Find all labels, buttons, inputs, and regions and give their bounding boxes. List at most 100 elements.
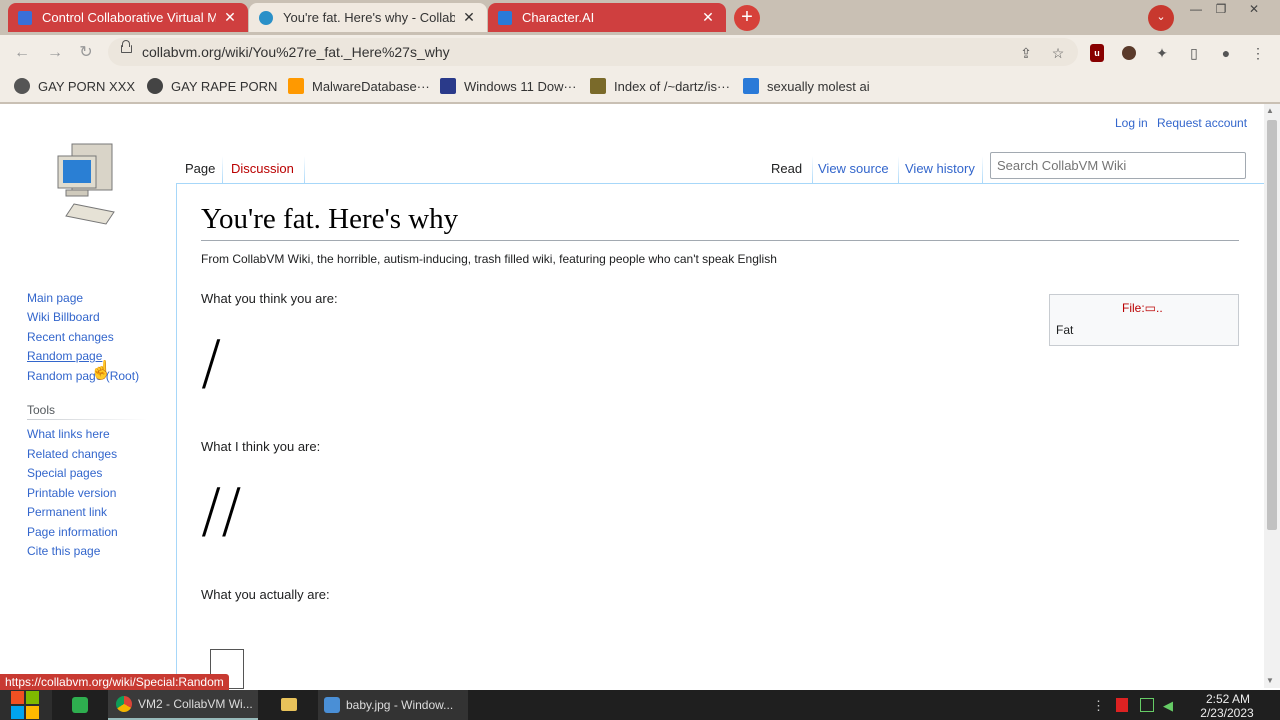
title-divider xyxy=(201,240,1239,241)
tab-separator xyxy=(304,156,305,184)
hand-cursor-icon: ☝ xyxy=(90,360,113,380)
taskbar-photo-viewer[interactable]: baby.jpg - Window... xyxy=(318,690,468,720)
back-icon[interactable]: ← xyxy=(11,42,33,64)
login-link[interactable]: Log in xyxy=(1115,116,1148,130)
scroll-up-arrow-icon[interactable]: ▲ xyxy=(1266,106,1274,115)
windows-logo-icon xyxy=(11,706,24,719)
wiki-search-input[interactable] xyxy=(990,152,1246,179)
windows-logo-icon xyxy=(26,706,39,719)
bookmark-item[interactable]: sexually molest ai xyxy=(743,78,870,94)
characterai-icon xyxy=(743,78,759,94)
tool-special-pages[interactable]: Special pages xyxy=(27,466,102,480)
bookmark-item[interactable]: MalwareDatabase··· xyxy=(288,78,430,94)
file-explorer-icon[interactable] xyxy=(281,698,297,711)
folder-figure-icon xyxy=(590,78,606,94)
browser-tab-collabvm[interactable]: Control Collaborative Virtual Machines ✕ xyxy=(8,3,248,32)
lock-icon[interactable] xyxy=(121,45,132,53)
nav-main-page[interactable]: Main page xyxy=(27,291,83,305)
menu-kebab-icon[interactable]: ⋮ xyxy=(1249,44,1267,62)
close-window-icon[interactable]: ✕ xyxy=(1243,2,1265,18)
tab-search-button[interactable]: ⌄ xyxy=(1148,5,1174,31)
site-tagline: From CollabVM Wiki, the horrible, autism… xyxy=(201,252,777,266)
browser-tab-wiki-active[interactable]: You're fat. Here's why - CollabVM Wiki ✕ xyxy=(249,3,487,32)
start-button[interactable] xyxy=(0,690,52,720)
close-tab-icon[interactable]: ✕ xyxy=(700,9,716,26)
bookmark-label: GAY RAPE PORN xyxy=(171,78,278,94)
forward-icon[interactable]: → xyxy=(44,42,66,64)
ublock-extension-icon[interactable]: u xyxy=(1090,44,1104,62)
green-app-icon[interactable] xyxy=(72,697,88,713)
close-tab-icon[interactable]: ✕ xyxy=(461,9,477,26)
extensions-puzzle-icon[interactable]: ✦ xyxy=(1153,44,1171,62)
extension-avatar-icon[interactable] xyxy=(1122,46,1136,60)
close-tab-icon[interactable]: ✕ xyxy=(222,9,238,26)
bookmark-item[interactable]: Windows 11 Dow··· xyxy=(440,78,576,94)
tab-title: Character.AI xyxy=(522,10,595,25)
tab-view-source[interactable]: View source xyxy=(818,161,889,176)
tabs-underline xyxy=(176,183,764,184)
bookmark-item[interactable]: GAY PORN XXX xyxy=(14,78,135,94)
tab-discussion[interactable]: Discussion xyxy=(231,161,294,176)
clock-time[interactable]: 2:52 AM xyxy=(1198,692,1258,706)
windows-logo-icon xyxy=(26,691,39,704)
nav-recent-changes[interactable]: Recent changes xyxy=(27,330,114,344)
bookmark-item[interactable]: GAY RAPE PORN xyxy=(147,78,277,94)
bookmark-star-icon[interactable]: ☆ xyxy=(1049,44,1067,62)
taskbar-label: baby.jpg - Window... xyxy=(346,698,454,712)
characterai-favicon-icon xyxy=(498,10,512,25)
tool-related-changes[interactable]: Related changes xyxy=(27,447,117,461)
tools-divider xyxy=(27,419,147,420)
tab-read[interactable]: Read xyxy=(771,161,802,176)
reload-icon[interactable]: ↻ xyxy=(75,42,97,64)
body-line-2: What I think you are: xyxy=(201,439,321,454)
sidepanel-icon[interactable]: ▯ xyxy=(1185,44,1203,62)
tool-permanent-link[interactable]: Permanent link xyxy=(27,505,107,519)
new-tab-button[interactable]: + xyxy=(734,5,760,31)
minimize-icon[interactable]: — xyxy=(1185,2,1207,18)
tray-overflow-icon[interactable]: ⋮ xyxy=(1092,698,1106,713)
tab-view-history[interactable]: View history xyxy=(905,161,975,176)
volume-icon[interactable]: ◀ xyxy=(1163,698,1177,713)
tab-separator xyxy=(982,156,983,184)
network-icon[interactable] xyxy=(1140,698,1154,712)
action-center-flag-icon[interactable] xyxy=(1116,698,1128,712)
x-icon xyxy=(440,78,456,94)
request-account-link[interactable]: Request account xyxy=(1157,116,1247,130)
body-line-1: What you think you are: xyxy=(201,291,338,306)
taskbar-chrome[interactable]: VM2 - CollabVM Wi... xyxy=(108,690,258,720)
nav-wiki-billboard[interactable]: Wiki Billboard xyxy=(27,310,100,324)
profile-icon[interactable]: ● xyxy=(1217,44,1235,62)
tool-printable-version[interactable]: Printable version xyxy=(27,486,116,500)
bookmark-label: sexually molest ai xyxy=(767,78,870,94)
body-line-3: What you actually are: xyxy=(201,587,330,602)
tool-cite-this-page[interactable]: Cite this page xyxy=(27,544,100,558)
tool-page-information[interactable]: Page information xyxy=(27,525,118,539)
bookmark-label: GAY PORN XXX xyxy=(38,78,136,94)
url-text[interactable]: collabvm.org/wiki/You%27re_fat._Here%27s… xyxy=(142,44,450,60)
file-link[interactable]: File:▭.. xyxy=(1122,301,1163,315)
taskbar-label: VM2 - CollabVM Wi... xyxy=(138,697,253,711)
clock-date[interactable]: 2/23/2023 xyxy=(1192,706,1262,720)
chrome-icon xyxy=(116,696,132,712)
ph-icon xyxy=(288,78,304,94)
share-icon[interactable]: ⇪ xyxy=(1017,44,1035,62)
glyph-1: / xyxy=(201,328,222,398)
scroll-down-arrow-icon[interactable]: ▼ xyxy=(1266,676,1274,685)
tab-separator xyxy=(898,156,899,184)
wiki-logo-computer-icon[interactable] xyxy=(52,140,124,228)
badge-icon xyxy=(14,78,30,94)
scrollbar-thumb[interactable] xyxy=(1267,120,1277,530)
restore-icon[interactable]: ❐ xyxy=(1210,2,1232,18)
tool-what-links-here[interactable]: What links here xyxy=(27,427,110,441)
tools-heading: Tools xyxy=(27,403,56,417)
file-caption: Fat xyxy=(1056,323,1074,337)
photo-viewer-icon xyxy=(324,697,340,713)
bookmark-label: Windows 11 Dow··· xyxy=(464,78,577,94)
tab-separator xyxy=(812,156,813,184)
bookmark-item[interactable]: Index of /~dartz/is··· xyxy=(590,78,730,94)
glyph-2: // xyxy=(201,476,242,546)
nav-random-page-root[interactable]: Random page (Root) xyxy=(27,369,139,383)
globe-icon xyxy=(147,78,163,94)
browser-tab-characterai[interactable]: Character.AI ✕ xyxy=(488,3,726,32)
tab-page[interactable]: Page xyxy=(185,161,215,176)
